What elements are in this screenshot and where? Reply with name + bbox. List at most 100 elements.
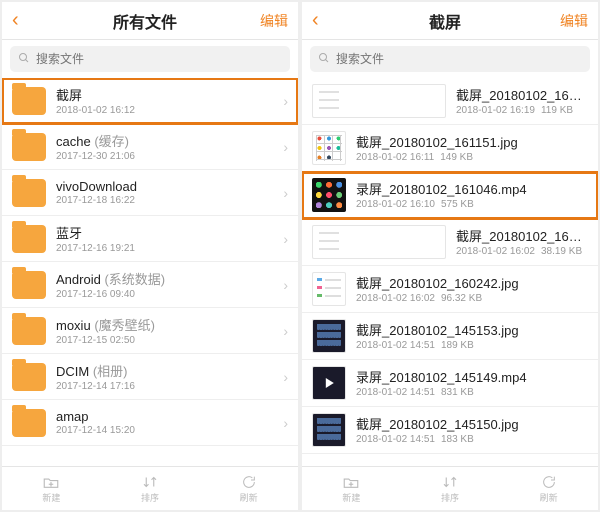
folder-row[interactable]: Android (系统数据)2017-12-16 09:40› bbox=[2, 262, 298, 308]
folder-name: moxiu (魔秀壁纸) bbox=[56, 315, 273, 334]
folder-subtitle: 2017-12-14 17:16 bbox=[56, 380, 273, 393]
row-info: vivoDownload2017-12-18 16:22 bbox=[56, 179, 273, 207]
header: ‹ 所有文件 编辑 bbox=[2, 2, 298, 40]
folder-icon bbox=[12, 409, 46, 437]
folder-icon bbox=[12, 87, 46, 115]
folder-name: DCIM (相册) bbox=[56, 361, 273, 380]
folder-row[interactable]: cache (缓存)2017-12-30 21:06› bbox=[2, 124, 298, 170]
file-thumbnail bbox=[312, 84, 446, 118]
file-name: 截屏_20180102_160248.jpg bbox=[456, 226, 588, 245]
folder-row[interactable]: DCIM (相册)2017-12-14 17:16› bbox=[2, 354, 298, 400]
chevron-right-icon: › bbox=[283, 93, 288, 109]
edit-button[interactable]: 编辑 bbox=[248, 11, 288, 31]
row-info: 截屏_20180102_145153.jpg2018-01-02 14:5118… bbox=[356, 320, 588, 352]
file-thumbnail bbox=[312, 319, 346, 353]
sort-button[interactable]: 排序 bbox=[101, 467, 200, 510]
folder-list: 截屏2018-01-02 16:12 › cache (缓存)2017-12-30 … bbox=[2, 78, 298, 466]
refresh-label: 刷新 bbox=[240, 491, 258, 504]
folder-subtitle: 2017-12-16 19:21 bbox=[56, 242, 273, 255]
file-meta: 2018-01-02 16:19119 KB bbox=[456, 104, 588, 117]
folder-row[interactable]: vivoDownload2017-12-18 16:22 › bbox=[2, 170, 298, 216]
refresh-button[interactable]: 刷新 bbox=[199, 467, 298, 510]
row-info: Android (系统数据)2017-12-16 09:40 bbox=[56, 269, 273, 301]
edit-button[interactable]: 编辑 bbox=[548, 11, 588, 31]
sort-icon bbox=[441, 474, 459, 490]
new-button[interactable]: 新建 bbox=[302, 467, 401, 510]
row-info: amap2017-12-14 15:20 bbox=[56, 409, 273, 437]
file-name: 截屏_20180102_145153.jpg bbox=[356, 320, 588, 339]
new-folder-icon bbox=[342, 474, 360, 490]
folder-name: 截屏 bbox=[56, 85, 273, 104]
search-input[interactable] bbox=[36, 52, 282, 66]
folder-icon bbox=[12, 271, 46, 299]
file-row[interactable]: 录屏_20180102_161046.mp42018-01-02 16:1057… bbox=[302, 172, 598, 219]
search-bar[interactable] bbox=[10, 46, 290, 72]
footer: 新建 排序 刷新 bbox=[302, 466, 598, 510]
folder-row[interactable]: moxiu (魔秀壁纸)2017-12-15 02:50 › bbox=[2, 308, 298, 354]
chevron-right-icon: › bbox=[283, 185, 288, 201]
file-meta: 2018-01-02 16:0238.19 KB bbox=[456, 245, 588, 258]
file-row[interactable]: 截屏_20180102_160248.jpg2018-01-02 16:0238… bbox=[302, 219, 598, 266]
file-row[interactable]: 截屏_20180102_145153.jpg2018-01-02 14:5118… bbox=[302, 313, 598, 360]
sort-label: 排序 bbox=[141, 491, 159, 504]
folder-icon bbox=[12, 179, 46, 207]
row-info: cache (缓存)2017-12-30 21:06 bbox=[56, 131, 273, 163]
chevron-right-icon: › bbox=[283, 323, 288, 339]
row-info: 截屏_20180102_160248.jpg2018-01-02 16:0238… bbox=[456, 226, 588, 258]
folder-name: Android (系统数据) bbox=[56, 269, 273, 288]
new-label: 新建 bbox=[42, 491, 60, 504]
row-info: 截屏2018-01-02 16:12 bbox=[56, 85, 273, 117]
row-info: 截屏_20180102_160242.jpg2018-01-02 16:0296… bbox=[356, 273, 588, 305]
row-info: 截屏_20180102_145150.jpg2018-01-02 14:5118… bbox=[356, 414, 588, 446]
search-input[interactable] bbox=[336, 52, 582, 66]
back-icon[interactable]: ‹ bbox=[312, 9, 342, 32]
row-info: 蓝牙2017-12-16 19:21 bbox=[56, 223, 273, 255]
folder-subtitle: 2017-12-15 02:50 bbox=[56, 334, 273, 347]
sort-icon bbox=[141, 474, 159, 490]
refresh-label: 刷新 bbox=[540, 491, 558, 504]
refresh-icon bbox=[540, 474, 558, 490]
file-row[interactable]: 截屏_20180102_160242.jpg2018-01-02 16:0296… bbox=[302, 266, 598, 313]
file-row[interactable]: 录屏_20180102_145149.mp42018-01-02 14:5183… bbox=[302, 360, 598, 407]
back-icon[interactable]: ‹ bbox=[12, 9, 42, 32]
refresh-button[interactable]: 刷新 bbox=[499, 467, 598, 510]
right-screen: ‹ 截屏 编辑 截屏_20180102_161941.jpg2018-01-02… bbox=[302, 2, 598, 510]
folder-name: vivoDownload bbox=[56, 179, 273, 194]
file-name: 截屏_20180102_145150.jpg bbox=[356, 414, 588, 433]
file-meta: 2018-01-02 14:51183 KB bbox=[356, 433, 588, 446]
file-thumbnail bbox=[312, 131, 346, 165]
chevron-right-icon: › bbox=[283, 415, 288, 431]
folder-subtitle: 2017-12-30 21:06 bbox=[56, 150, 273, 163]
file-meta: 2018-01-02 16:11149 KB bbox=[356, 151, 588, 164]
sort-button[interactable]: 排序 bbox=[401, 467, 500, 510]
search-bar[interactable] bbox=[310, 46, 590, 72]
file-row[interactable]: 截屏_20180102_161151.jpg2018-01-02 16:1114… bbox=[302, 125, 598, 172]
file-meta: 2018-01-02 16:10575 KB bbox=[356, 198, 588, 211]
refresh-icon bbox=[240, 474, 258, 490]
folder-icon bbox=[12, 317, 46, 345]
folder-icon bbox=[12, 133, 46, 161]
page-title: 所有文件 bbox=[42, 9, 248, 33]
header: ‹ 截屏 编辑 bbox=[302, 2, 598, 40]
file-name: 录屏_20180102_145149.mp4 bbox=[356, 367, 588, 386]
file-list: 截屏_20180102_161941.jpg2018-01-02 16:1911… bbox=[302, 78, 598, 466]
folder-icon bbox=[12, 363, 46, 391]
row-info: moxiu (魔秀壁纸)2017-12-15 02:50 bbox=[56, 315, 273, 347]
file-row[interactable]: 截屏_20180102_161941.jpg2018-01-02 16:1911… bbox=[302, 78, 598, 125]
folder-row[interactable]: amap2017-12-14 15:20 › bbox=[2, 400, 298, 446]
row-info: 截屏_20180102_161151.jpg2018-01-02 16:1114… bbox=[356, 132, 588, 164]
file-row[interactable]: 截屏_20180102_145150.jpg2018-01-02 14:5118… bbox=[302, 407, 598, 454]
folder-name: amap bbox=[56, 409, 273, 424]
chevron-right-icon: › bbox=[283, 231, 288, 247]
file-thumbnail bbox=[312, 272, 346, 306]
search-icon bbox=[318, 52, 330, 67]
folder-row[interactable]: 蓝牙2017-12-16 19:21 › bbox=[2, 216, 298, 262]
folder-row[interactable]: 截屏2018-01-02 16:12 › bbox=[2, 78, 298, 124]
file-meta: 2018-01-02 16:0296.32 KB bbox=[356, 292, 588, 305]
file-meta: 2018-01-02 14:51831 KB bbox=[356, 386, 588, 399]
file-name: 录屏_20180102_161046.mp4 bbox=[356, 179, 588, 198]
new-button[interactable]: 新建 bbox=[2, 467, 101, 510]
footer: 新建 排序 刷新 bbox=[2, 466, 298, 510]
search-icon bbox=[18, 52, 30, 67]
file-thumbnail bbox=[312, 366, 346, 400]
